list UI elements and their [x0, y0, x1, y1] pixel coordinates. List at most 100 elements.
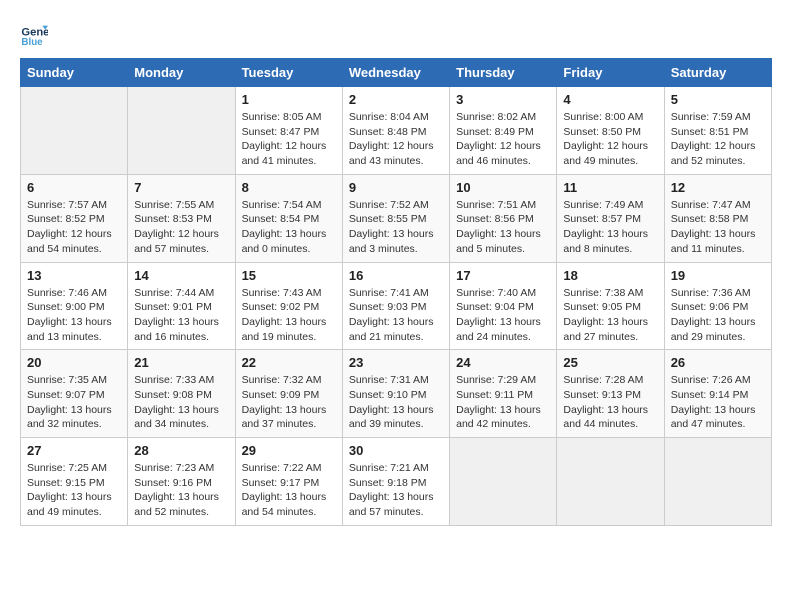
day-number: 30	[349, 443, 443, 458]
day-number: 16	[349, 268, 443, 283]
day-info: Sunrise: 7:26 AMSunset: 9:14 PMDaylight:…	[671, 373, 765, 432]
col-header-sunday: Sunday	[21, 59, 128, 87]
day-number: 11	[563, 180, 657, 195]
day-info: Sunrise: 7:51 AMSunset: 8:56 PMDaylight:…	[456, 198, 550, 257]
day-number: 4	[563, 92, 657, 107]
day-info: Sunrise: 7:32 AMSunset: 9:09 PMDaylight:…	[242, 373, 336, 432]
calendar-cell	[450, 438, 557, 526]
col-header-saturday: Saturday	[664, 59, 771, 87]
day-info: Sunrise: 7:33 AMSunset: 9:08 PMDaylight:…	[134, 373, 228, 432]
day-info: Sunrise: 7:36 AMSunset: 9:06 PMDaylight:…	[671, 286, 765, 345]
col-header-friday: Friday	[557, 59, 664, 87]
col-header-wednesday: Wednesday	[342, 59, 449, 87]
day-number: 8	[242, 180, 336, 195]
day-number: 7	[134, 180, 228, 195]
calendar-cell: 11 Sunrise: 7:49 AMSunset: 8:57 PMDayligh…	[557, 174, 664, 262]
calendar-cell: 6 Sunrise: 7:57 AMSunset: 8:52 PMDaylight…	[21, 174, 128, 262]
day-info: Sunrise: 7:49 AMSunset: 8:57 PMDaylight:…	[563, 198, 657, 257]
day-info: Sunrise: 7:35 AMSunset: 9:07 PMDaylight:…	[27, 373, 121, 432]
day-number: 29	[242, 443, 336, 458]
day-number: 6	[27, 180, 121, 195]
day-number: 20	[27, 355, 121, 370]
calendar-cell	[557, 438, 664, 526]
calendar-cell: 2Sunrise: 8:04 AMSunset: 8:48 PMDaylight…	[342, 87, 449, 175]
logo: General Blue	[20, 20, 52, 48]
col-header-thursday: Thursday	[450, 59, 557, 87]
day-info: Sunrise: 7:31 AMSunset: 9:10 PMDaylight:…	[349, 373, 443, 432]
calendar-table: SundayMondayTuesdayWednesdayThursdayFrid…	[20, 58, 772, 526]
logo-icon: General Blue	[20, 20, 48, 48]
day-number: 13	[27, 268, 121, 283]
day-info: Sunrise: 7:57 AMSunset: 8:52 PMDaylight:…	[27, 198, 121, 257]
day-info: Sunrise: 7:29 AMSunset: 9:11 PMDaylight:…	[456, 373, 550, 432]
calendar-cell: 7 Sunrise: 7:55 AMSunset: 8:53 PMDaylight…	[128, 174, 235, 262]
calendar-cell: 3 Sunrise: 8:02 AMSunset: 8:49 PMDaylight…	[450, 87, 557, 175]
day-number: 21	[134, 355, 228, 370]
day-info: Sunrise: 8:02 AMSunset: 8:49 PMDaylight:…	[456, 110, 550, 169]
calendar-cell: 26 Sunrise: 7:26 AMSunset: 9:14 PMDayligh…	[664, 350, 771, 438]
calendar-cell: 19 Sunrise: 7:36 AMSunset: 9:06 PMDayligh…	[664, 262, 771, 350]
calendar-cell: 27 Sunrise: 7:25 AMSunset: 9:15 PMDayligh…	[21, 438, 128, 526]
day-number: 23	[349, 355, 443, 370]
day-info: Sunrise: 7:59 AMSunset: 8:51 PMDaylight:…	[671, 110, 765, 169]
calendar-cell: 4 Sunrise: 8:00 AMSunset: 8:50 PMDaylight…	[557, 87, 664, 175]
day-info: Sunrise: 7:44 AMSunset: 9:01 PMDaylight:…	[134, 286, 228, 345]
calendar-cell: 17 Sunrise: 7:40 AMSunset: 9:04 PMDayligh…	[450, 262, 557, 350]
day-number: 18	[563, 268, 657, 283]
day-info: Sunrise: 7:21 AMSunset: 9:18 PMDaylight:…	[349, 461, 443, 520]
day-info: Sunrise: 8:05 AMSunset: 8:47 PMDaylight:…	[242, 110, 336, 169]
day-info: Sunrise: 7:54 AMSunset: 8:54 PMDaylight:…	[242, 198, 336, 257]
day-info: Sunrise: 7:47 AMSunset: 8:58 PMDaylight:…	[671, 198, 765, 257]
calendar-cell: 12 Sunrise: 7:47 AMSunset: 8:58 PMDayligh…	[664, 174, 771, 262]
calendar-cell: 21 Sunrise: 7:33 AMSunset: 9:08 PMDayligh…	[128, 350, 235, 438]
col-header-tuesday: Tuesday	[235, 59, 342, 87]
day-number: 14	[134, 268, 228, 283]
day-info: Sunrise: 7:38 AMSunset: 9:05 PMDaylight:…	[563, 286, 657, 345]
day-info: Sunrise: 7:46 AMSunset: 9:00 PMDaylight:…	[27, 286, 121, 345]
day-number: 28	[134, 443, 228, 458]
day-info: Sunrise: 7:22 AMSunset: 9:17 PMDaylight:…	[242, 461, 336, 520]
day-number: 2	[349, 92, 443, 107]
calendar-cell	[128, 87, 235, 175]
calendar-cell: 30 Sunrise: 7:21 AMSunset: 9:18 PMDayligh…	[342, 438, 449, 526]
day-info: Sunrise: 7:23 AMSunset: 9:16 PMDaylight:…	[134, 461, 228, 520]
calendar-cell: 14 Sunrise: 7:44 AMSunset: 9:01 PMDayligh…	[128, 262, 235, 350]
calendar-cell: 23 Sunrise: 7:31 AMSunset: 9:10 PMDayligh…	[342, 350, 449, 438]
day-number: 19	[671, 268, 765, 283]
svg-text:Blue: Blue	[21, 37, 43, 48]
day-number: 24	[456, 355, 550, 370]
day-number: 22	[242, 355, 336, 370]
calendar-cell: 28 Sunrise: 7:23 AMSunset: 9:16 PMDayligh…	[128, 438, 235, 526]
day-number: 15	[242, 268, 336, 283]
day-number: 25	[563, 355, 657, 370]
day-number: 9	[349, 180, 443, 195]
day-info: Sunrise: 7:40 AMSunset: 9:04 PMDaylight:…	[456, 286, 550, 345]
calendar-cell: 10 Sunrise: 7:51 AMSunset: 8:56 PMDayligh…	[450, 174, 557, 262]
day-number: 27	[27, 443, 121, 458]
day-info: Sunrise: 7:55 AMSunset: 8:53 PMDaylight:…	[134, 198, 228, 257]
day-number: 26	[671, 355, 765, 370]
calendar-cell: 24 Sunrise: 7:29 AMSunset: 9:11 PMDayligh…	[450, 350, 557, 438]
col-header-monday: Monday	[128, 59, 235, 87]
page-header: General Blue	[20, 20, 772, 48]
day-number: 12	[671, 180, 765, 195]
calendar-cell: 20 Sunrise: 7:35 AMSunset: 9:07 PMDayligh…	[21, 350, 128, 438]
calendar-cell: 8 Sunrise: 7:54 AMSunset: 8:54 PMDaylight…	[235, 174, 342, 262]
calendar-cell: 18 Sunrise: 7:38 AMSunset: 9:05 PMDayligh…	[557, 262, 664, 350]
day-number: 1	[242, 92, 336, 107]
calendar-cell: 9 Sunrise: 7:52 AMSunset: 8:55 PMDaylight…	[342, 174, 449, 262]
day-number: 3	[456, 92, 550, 107]
calendar-cell: 29 Sunrise: 7:22 AMSunset: 9:17 PMDayligh…	[235, 438, 342, 526]
calendar-cell	[21, 87, 128, 175]
day-info: Sunrise: 7:52 AMSunset: 8:55 PMDaylight:…	[349, 198, 443, 257]
calendar-cell: 22 Sunrise: 7:32 AMSunset: 9:09 PMDayligh…	[235, 350, 342, 438]
day-info: Sunrise: 7:43 AMSunset: 9:02 PMDaylight:…	[242, 286, 336, 345]
day-number: 17	[456, 268, 550, 283]
calendar-cell	[664, 438, 771, 526]
day-info: Sunrise: 7:25 AMSunset: 9:15 PMDaylight:…	[27, 461, 121, 520]
day-number: 5	[671, 92, 765, 107]
day-number: 10	[456, 180, 550, 195]
calendar-cell: 1 Sunrise: 8:05 AMSunset: 8:47 PMDaylight…	[235, 87, 342, 175]
day-info: Sunrise: 8:00 AMSunset: 8:50 PMDaylight:…	[563, 110, 657, 169]
day-info: Sunrise: 7:28 AMSunset: 9:13 PMDaylight:…	[563, 373, 657, 432]
